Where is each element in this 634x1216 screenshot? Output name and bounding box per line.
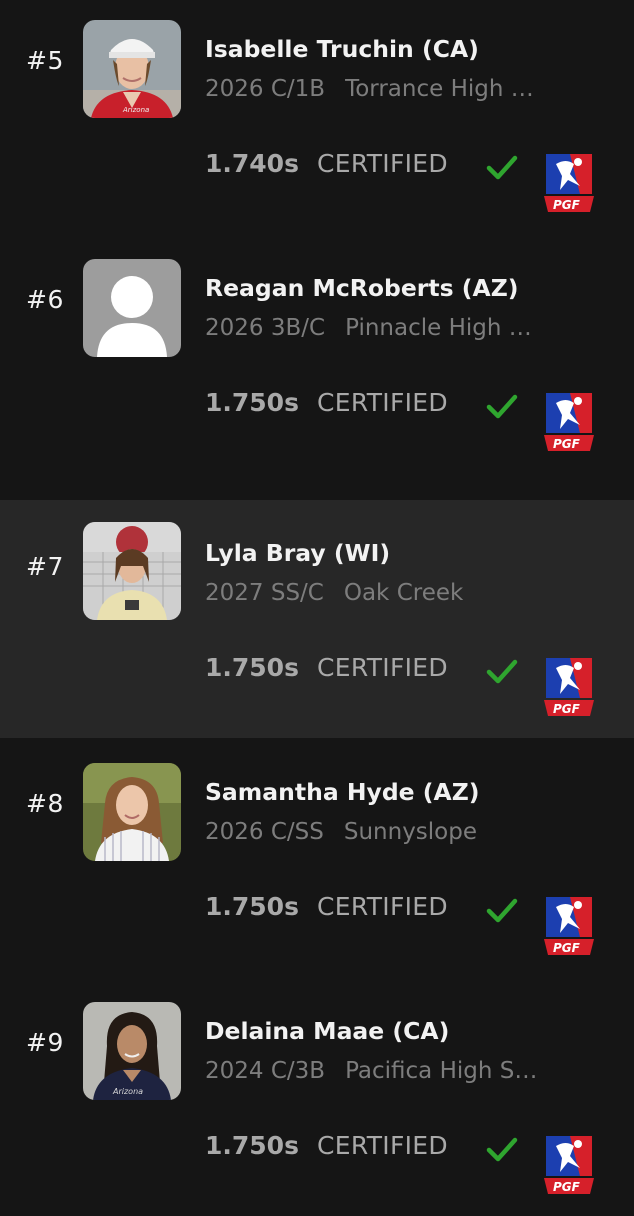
rank-label: #8 bbox=[26, 789, 64, 818]
class-position: 2026 3B/C bbox=[205, 315, 326, 341]
pgf-logo-icon[interactable]: PGF bbox=[540, 389, 598, 455]
rank-label: #7 bbox=[26, 552, 64, 581]
pgf-logo-icon[interactable]: PGF bbox=[540, 654, 598, 720]
status-label: CERTIFIED bbox=[317, 1131, 448, 1160]
pgf-logo-icon[interactable]: PGF bbox=[540, 893, 598, 959]
status-label: CERTIFIED bbox=[317, 149, 448, 178]
school-name: Sunnyslope bbox=[343, 819, 477, 845]
list-item[interactable]: #7 Lyla Bray (WI) 2027 SS/C Oak Creek 1.7… bbox=[0, 500, 634, 738]
player-photo[interactable] bbox=[83, 522, 181, 620]
svg-text:Arizona: Arizona bbox=[122, 106, 149, 114]
svg-text:PGF: PGF bbox=[553, 1180, 581, 1194]
rank-label: #6 bbox=[26, 285, 64, 314]
school-name: Torrance High … bbox=[345, 76, 534, 102]
list-item[interactable]: #6 Reagan McRoberts (AZ) 2026 3B/C Pinnac… bbox=[0, 235, 634, 473]
checkmark-icon bbox=[486, 392, 518, 420]
list-item[interactable]: #5 Arizona Isabelle Truchin (CA) 2026 C/… bbox=[0, 0, 634, 234]
time-value: 1.750s bbox=[205, 1131, 299, 1160]
svg-text:PGF: PGF bbox=[553, 941, 581, 955]
player-name[interactable]: Isabelle Truchin (CA) bbox=[205, 35, 479, 63]
player-photo[interactable]: Arizona bbox=[83, 20, 181, 118]
svg-text:PGF: PGF bbox=[553, 702, 581, 716]
class-position: 2026 C/SS bbox=[205, 819, 324, 845]
time-value: 1.750s bbox=[205, 653, 299, 682]
list-item[interactable]: #9 Arizona Delaina Maae (CA) 2024 C/3B Pa… bbox=[0, 978, 634, 1216]
checkmark-icon bbox=[486, 1135, 518, 1163]
checkmark-icon bbox=[486, 153, 518, 181]
svg-text:PGF: PGF bbox=[553, 437, 581, 451]
rank-label: #9 bbox=[26, 1028, 64, 1057]
status-label: CERTIFIED bbox=[317, 892, 448, 921]
time-value: 1.750s bbox=[205, 388, 299, 417]
class-position: 2026 C/1B bbox=[205, 76, 326, 102]
player-name[interactable]: Lyla Bray (WI) bbox=[205, 539, 390, 567]
pgf-logo-icon[interactable]: PGF bbox=[540, 1132, 598, 1198]
svg-text:Arizona: Arizona bbox=[112, 1087, 143, 1096]
player-photo[interactable]: Arizona bbox=[83, 1002, 181, 1100]
list-item[interactable]: #8 Samantha Hyde (AZ) 2026 C/SS Sunnyslop… bbox=[0, 739, 634, 977]
school-name: Pacifica High S… bbox=[345, 1058, 538, 1084]
svg-text:PGF: PGF bbox=[553, 198, 581, 212]
player-name[interactable]: Reagan McRoberts (AZ) bbox=[205, 274, 519, 302]
time-value: 1.750s bbox=[205, 892, 299, 921]
default-avatar-icon[interactable] bbox=[83, 259, 181, 357]
player-name[interactable]: Delaina Maae (CA) bbox=[205, 1017, 449, 1045]
player-details: 2024 C/3B Pacifica High S… bbox=[205, 1058, 585, 1084]
status-label: CERTIFIED bbox=[317, 388, 448, 417]
player-photo[interactable] bbox=[83, 763, 181, 861]
player-details: 2026 C/1B Torrance High … bbox=[205, 76, 585, 102]
leaderboard-list: #5 Arizona Isabelle Truchin (CA) 2026 C/… bbox=[0, 0, 634, 1200]
player-details: 2027 SS/C Oak Creek bbox=[205, 580, 585, 606]
checkmark-icon bbox=[486, 657, 518, 685]
school-name: Oak Creek bbox=[343, 580, 464, 606]
rank-label: #5 bbox=[26, 46, 64, 75]
class-position: 2027 SS/C bbox=[205, 580, 324, 606]
player-name[interactable]: Samantha Hyde (AZ) bbox=[205, 778, 480, 806]
player-details: 2026 C/SS Sunnyslope bbox=[205, 819, 585, 845]
school-name: Pinnacle High … bbox=[345, 315, 532, 341]
checkmark-icon bbox=[486, 896, 518, 924]
time-value: 1.740s bbox=[205, 149, 299, 178]
status-label: CERTIFIED bbox=[317, 653, 448, 682]
player-details: 2026 3B/C Pinnacle High … bbox=[205, 315, 585, 341]
class-position: 2024 C/3B bbox=[205, 1058, 326, 1084]
pgf-logo-icon[interactable]: PGF bbox=[540, 150, 598, 216]
